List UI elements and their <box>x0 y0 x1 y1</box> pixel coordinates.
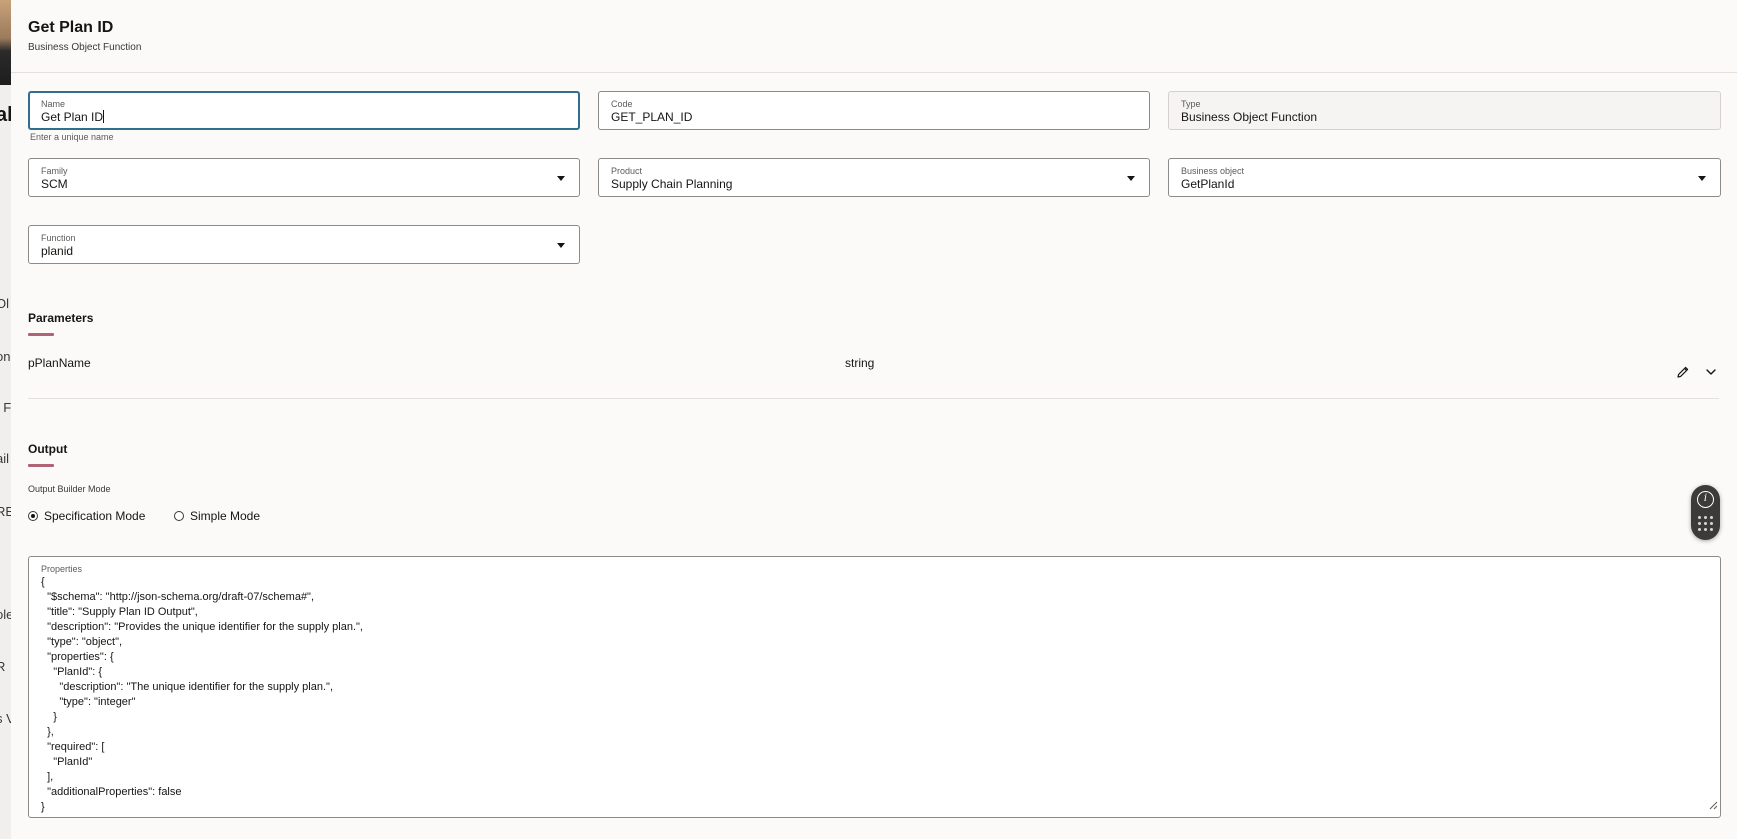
function-select[interactable]: Function planid <box>28 225 580 264</box>
specification-mode-label: Specification Mode <box>44 509 146 523</box>
background-text: ail <box>0 451 10 466</box>
product-select-label: Product <box>611 166 643 176</box>
chevron-down-icon[interactable] <box>1701 362 1721 382</box>
background-text: on <box>0 349 11 364</box>
properties-json-value[interactable]: { "$schema": "http://json-schema.org/dra… <box>41 575 363 815</box>
code-field-value[interactable]: GET_PLAN_ID <box>611 110 692 124</box>
product-select[interactable]: Product Supply Chain Planning <box>598 158 1150 197</box>
output-heading-underline <box>28 464 54 467</box>
caret-down-icon[interactable] <box>557 176 565 181</box>
floating-assistant-button[interactable]: i <box>1691 485 1720 540</box>
business-object-select[interactable]: Business object GetPlanId <box>1168 158 1721 197</box>
type-field-value: Business Object Function <box>1181 110 1318 124</box>
background-page-strip: al Ol on t F ail RE ole R s V <box>0 0 11 839</box>
apps-grid-icon[interactable] <box>1698 516 1713 531</box>
function-select-value: planid <box>41 244 74 258</box>
output-builder-mode-label: Output Builder Mode <box>28 484 111 494</box>
function-drawer: Get Plan ID Business Object Function Nam… <box>11 0 1737 839</box>
caret-down-icon[interactable] <box>1698 176 1706 181</box>
radio-selected-indicator[interactable] <box>28 511 38 521</box>
parameters-heading-underline <box>28 333 54 336</box>
background-image <box>0 0 11 85</box>
name-field[interactable]: Name Get Plan ID <box>28 91 580 130</box>
parameter-type: string <box>845 356 875 370</box>
page-subtitle: Business Object Function <box>28 42 142 53</box>
name-field-helper: Enter a unique name <box>30 132 114 142</box>
parameters-heading: Parameters <box>28 311 94 325</box>
page-title: Get Plan ID <box>28 19 114 36</box>
properties-label: Properties <box>41 564 83 574</box>
background-text: Ol <box>0 296 9 311</box>
background-text: R <box>0 659 6 674</box>
simple-mode-radio[interactable]: Simple Mode <box>174 509 260 523</box>
business-object-select-label: Business object <box>1181 166 1245 176</box>
name-field-value[interactable]: Get Plan ID <box>41 110 105 124</box>
resize-handle-icon[interactable] <box>1709 797 1718 815</box>
properties-textarea[interactable]: Properties { "$schema": "http://json-sch… <box>28 556 1721 818</box>
code-field[interactable]: Code GET_PLAN_ID <box>598 91 1150 130</box>
background-text: ole <box>0 607 11 622</box>
name-field-label: Name <box>41 99 66 109</box>
parameter-name: pPlanName <box>28 356 91 370</box>
business-object-select-value: GetPlanId <box>1181 177 1235 191</box>
background-text: RE <box>0 504 11 519</box>
type-field: Type Business Object Function <box>1168 91 1721 130</box>
caret-down-icon[interactable] <box>1127 176 1135 181</box>
family-select[interactable]: Family SCM <box>28 158 580 197</box>
family-select-label: Family <box>41 166 68 176</box>
background-text: al <box>0 104 11 126</box>
header-divider <box>11 72 1737 73</box>
function-select-label: Function <box>41 233 76 243</box>
parameter-row[interactable]: pPlanName string <box>28 350 1719 399</box>
caret-down-icon[interactable] <box>557 243 565 248</box>
family-select-value: SCM <box>41 177 68 191</box>
info-icon[interactable]: i <box>1697 491 1714 508</box>
output-heading: Output <box>28 442 68 456</box>
code-field-label: Code <box>611 99 633 109</box>
product-select-value: Supply Chain Planning <box>611 177 733 191</box>
specification-mode-radio[interactable]: Specification Mode <box>28 509 145 523</box>
radio-unselected-indicator[interactable] <box>174 511 184 521</box>
simple-mode-label: Simple Mode <box>190 509 261 523</box>
background-text: s V <box>0 711 11 726</box>
background-text: t F <box>0 400 11 415</box>
type-field-label: Type <box>1181 99 1201 109</box>
pencil-icon[interactable] <box>1673 362 1693 382</box>
